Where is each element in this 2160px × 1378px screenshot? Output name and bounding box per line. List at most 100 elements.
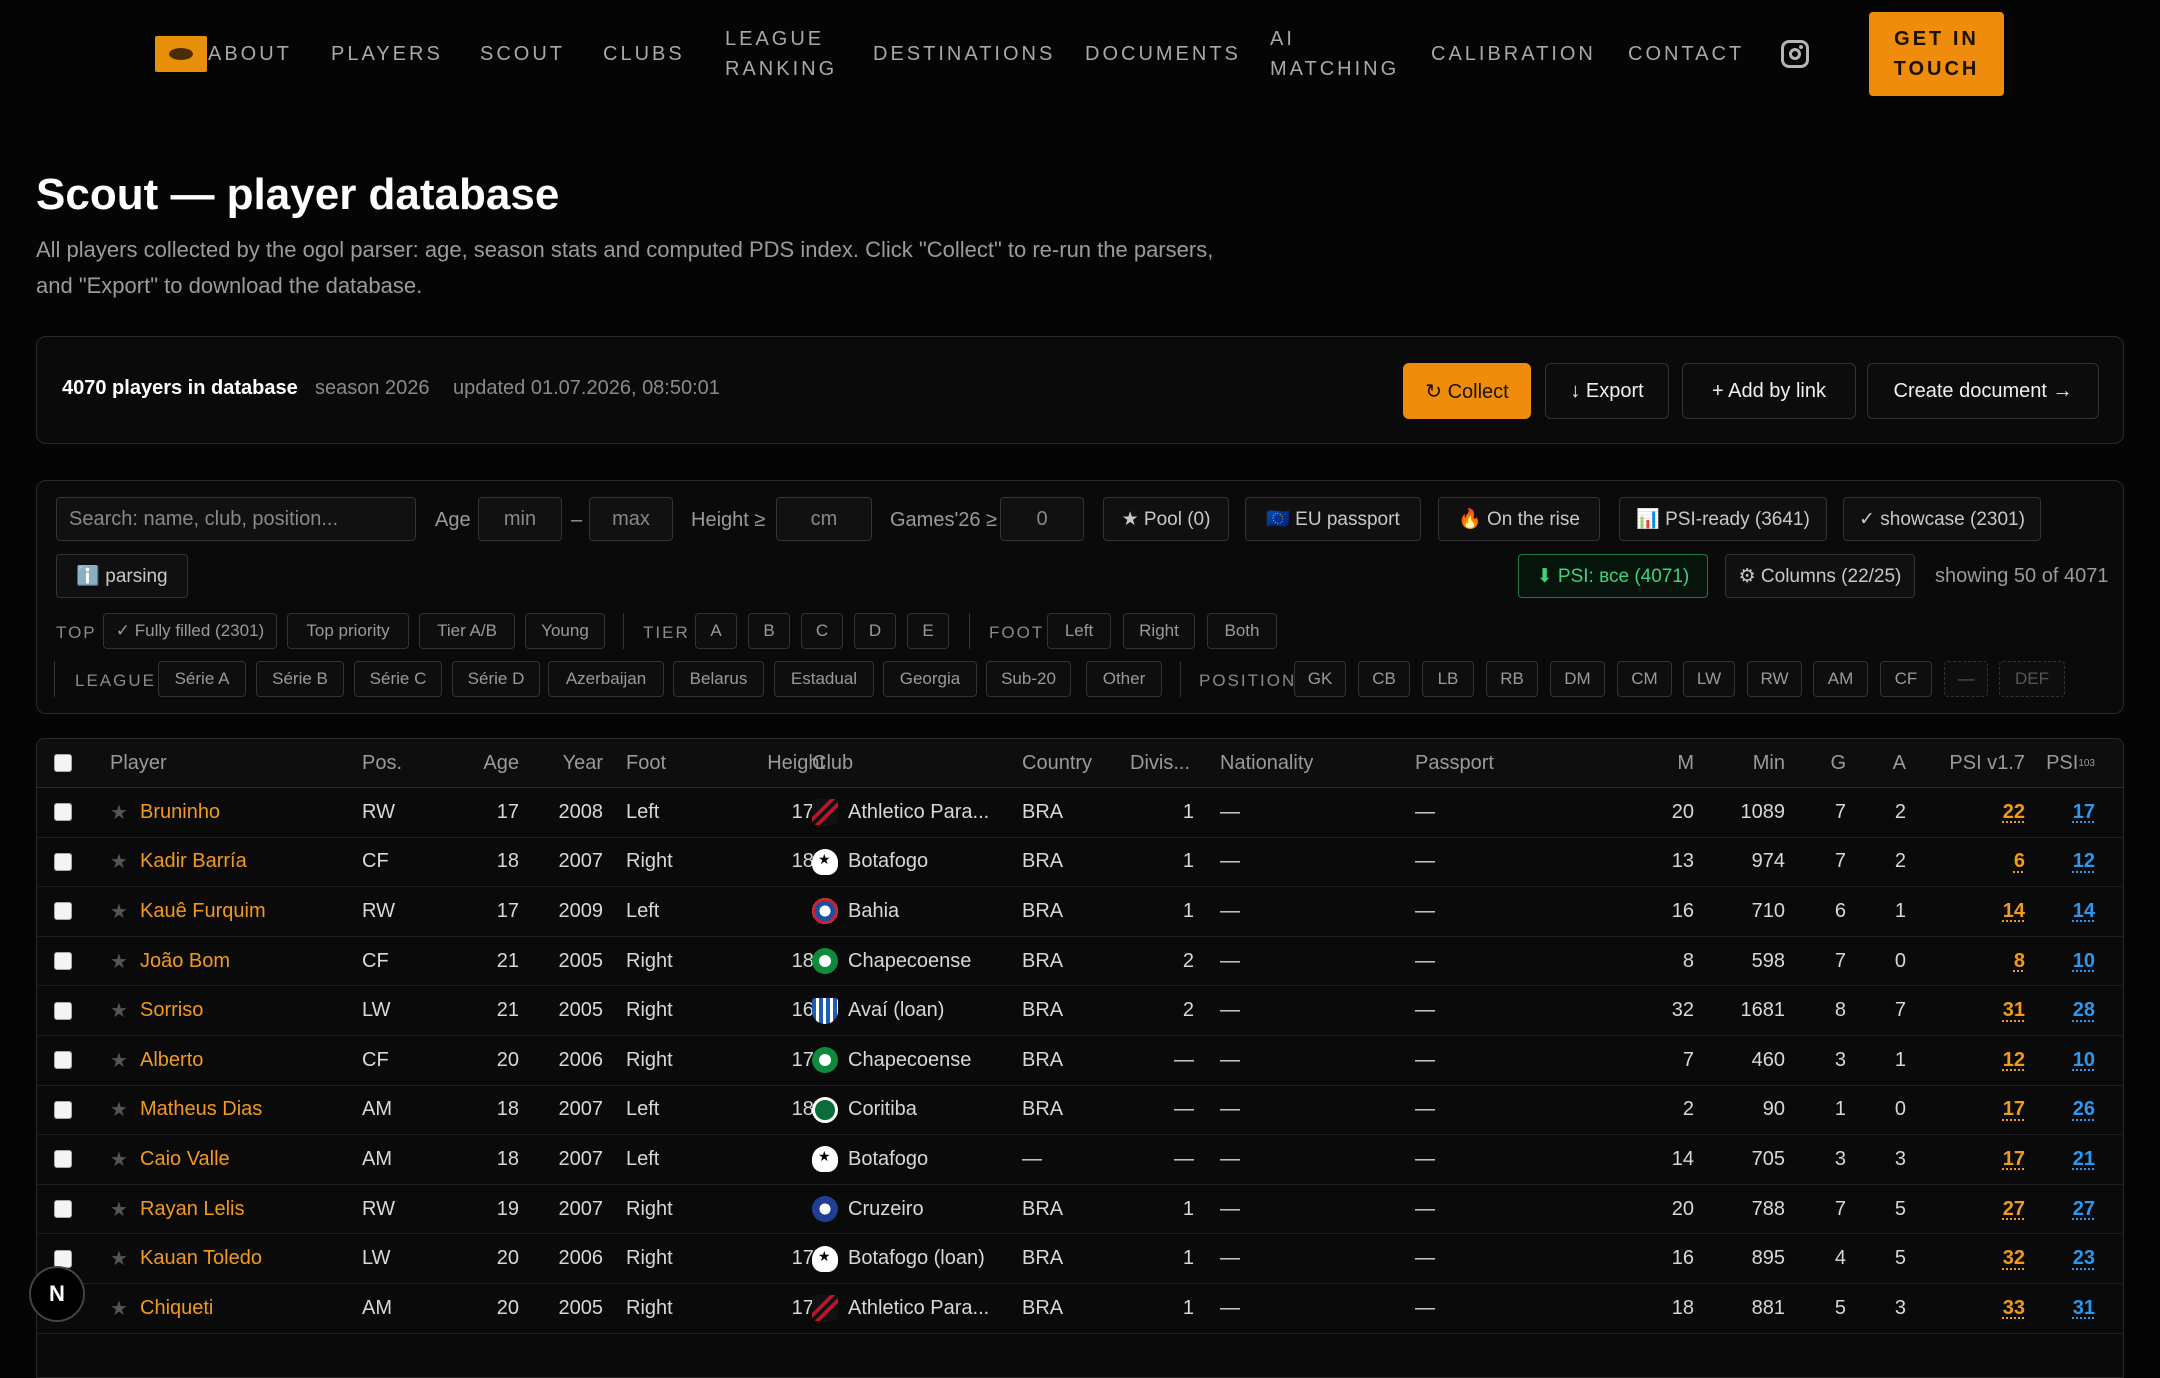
league-serie-a[interactable]: Série A (158, 661, 246, 697)
position-gk[interactable]: GK (1294, 661, 1346, 697)
instagram-icon[interactable] (1781, 40, 1809, 68)
eu-passport-toggle[interactable]: 🇪🇺 EU passport (1245, 497, 1421, 541)
col-club[interactable]: Club (812, 739, 853, 787)
league-serie-c[interactable]: Série C (354, 661, 442, 697)
age-max-input[interactable]: max (589, 497, 673, 541)
col-g[interactable]: G (1807, 739, 1846, 787)
league-azerbaijan[interactable]: Azerbaijan (548, 661, 664, 697)
league-georgia[interactable]: Georgia (883, 661, 977, 697)
foot-right[interactable]: Right (1123, 613, 1195, 649)
position-cb[interactable]: CB (1358, 661, 1410, 697)
player-name[interactable]: Alberto (140, 1036, 203, 1085)
player-psi103[interactable]: 12 (2027, 838, 2095, 887)
col-nationality[interactable]: Nationality (1220, 739, 1313, 787)
get-in-touch-button[interactable]: GET IN TOUCH (1869, 12, 2004, 96)
row-checkbox[interactable] (54, 937, 72, 986)
collect-button[interactable]: ↻ Collect (1403, 363, 1531, 419)
table-row[interactable]: ★Rayan Lelis RW 19 2007 Right 0 Cruzeiro BRA 1 — —… (37, 1185, 2123, 1235)
col-min[interactable]: Min (1717, 739, 1785, 787)
table-row[interactable]: ★Kauan Toledo LW 20 2006 Right 177 Botafogo (l… (37, 1234, 2123, 1284)
nav-contact[interactable]: CONTACT (1628, 0, 1744, 108)
columns-button[interactable]: ⚙ Columns (22/25) (1725, 554, 1915, 598)
favorite-star-icon[interactable]: ★ (110, 986, 128, 1035)
add-by-link-button[interactable]: + Add by link (1682, 363, 1856, 419)
player-psi[interactable]: 31 (1917, 986, 2025, 1035)
row-checkbox[interactable] (54, 887, 72, 936)
tier-a[interactable]: A (695, 613, 737, 649)
top-fully-filled[interactable]: ✓ Fully filled (2301) (103, 613, 277, 649)
player-name[interactable]: Matheus Dias (140, 1086, 262, 1135)
table-row[interactable]: ★ Sorriso LW 21 2005 Right 168 Avaí (loan) BRA 2 —… (37, 986, 2123, 1036)
player-psi[interactable]: 17 (1917, 1086, 2025, 1135)
favorite-star-icon[interactable]: ★ (110, 937, 128, 986)
position-lb[interactable]: LB (1422, 661, 1474, 697)
player-name[interactable]: Caio Valle (140, 1135, 230, 1184)
next-badge[interactable]: N (29, 1266, 85, 1322)
col-a[interactable]: A (1867, 739, 1906, 787)
player-psi103[interactable]: 23 (2027, 1234, 2095, 1283)
league-serie-b[interactable]: Série B (256, 661, 344, 697)
nav-players[interactable]: PLAYERS (331, 0, 443, 108)
row-checkbox[interactable] (54, 986, 72, 1035)
col-pos[interactable]: Pos. (362, 739, 402, 787)
favorite-star-icon[interactable]: ★ (110, 1284, 128, 1333)
player-psi103[interactable]: 28 (2027, 986, 2095, 1035)
league-belarus[interactable]: Belarus (673, 661, 764, 697)
player-psi[interactable]: 32 (1917, 1234, 2025, 1283)
table-row[interactable]: ★ Matheus Dias AM 18 2007 Left 186 Coritiba BRA —… (37, 1086, 2123, 1136)
nav-calibration[interactable]: CALIBRATION (1431, 0, 1596, 108)
col-passport[interactable]: Passport (1415, 739, 1494, 787)
col-psi[interactable]: PSI v1.7 (1917, 739, 2025, 787)
favorite-star-icon[interactable]: ★ (110, 1086, 128, 1135)
table-row[interactable]: ★ Bruninho RW 17 2008 Left 175 Athletico Para..… (37, 788, 2123, 838)
player-name[interactable]: Kadir Barría (140, 838, 247, 887)
table-row[interactable]: ★ João Bom CF 21 2005 Right 183 Chapecoense BRA 2… (37, 937, 2123, 987)
favorite-star-icon[interactable]: ★ (110, 1036, 128, 1085)
table-row[interactable]: ★Kauê FurquimRW172009Left0BahiaBRA1——167… (37, 887, 2123, 937)
nav-ai-matching[interactable]: AI MATCHING (1270, 0, 1396, 108)
row-checkbox[interactable] (54, 1135, 72, 1184)
row-checkbox[interactable] (54, 1086, 72, 1135)
position-def[interactable]: DEF (1999, 661, 2065, 697)
favorite-star-icon[interactable]: ★ (110, 1135, 128, 1184)
player-name[interactable]: João Bom (140, 937, 230, 986)
nav-documents[interactable]: DOCUMENTS (1085, 0, 1241, 108)
league-sub-20[interactable]: Sub-20 (986, 661, 1071, 697)
nav-about[interactable]: ABOUT (208, 0, 292, 108)
player-name[interactable]: Sorriso (140, 986, 203, 1035)
col-psi103[interactable]: PSI 103 (2027, 739, 2095, 787)
position-dm[interactable]: DM (1550, 661, 1605, 697)
nav-scout[interactable]: SCOUT (480, 0, 565, 108)
player-psi[interactable]: 22 (1917, 788, 2025, 837)
player-name[interactable]: Rayan Lelis (140, 1185, 245, 1234)
league-estadual[interactable]: Estadual (774, 661, 874, 697)
create-document-button[interactable]: Create document → (1867, 363, 2099, 419)
player-psi[interactable]: 12 (1917, 1036, 2025, 1085)
table-row[interactable]: ★Kadir Barría CF 18 2007 Right 185 Botafogo BRA… (37, 838, 2123, 888)
col-age[interactable]: Age (457, 739, 519, 787)
position-lw[interactable]: LW (1683, 661, 1735, 697)
nav-clubs[interactable]: CLUBS (603, 0, 685, 108)
player-psi[interactable]: 27 (1917, 1185, 2025, 1234)
player-psi103[interactable]: 17 (2027, 788, 2095, 837)
col-foot[interactable]: Foot (626, 739, 666, 787)
tier-c[interactable]: C (801, 613, 843, 649)
col-height[interactable]: Height (713, 739, 825, 787)
psi-ready-toggle[interactable]: 📊 PSI-ready (3641) (1619, 497, 1827, 541)
col-division[interactable]: Divis... (1130, 739, 1190, 787)
player-psi103[interactable]: 21 (2027, 1135, 2095, 1184)
col-year[interactable]: Year (537, 739, 603, 787)
col-country[interactable]: Country (1022, 739, 1092, 787)
tier-b[interactable]: B (748, 613, 790, 649)
player-psi103[interactable]: 26 (2027, 1086, 2095, 1135)
col-player[interactable]: Player (110, 739, 167, 787)
top-top-priority[interactable]: Top priority (287, 613, 409, 649)
top-young[interactable]: Young (525, 613, 605, 649)
showcase-toggle[interactable]: ✓ showcase (2301) (1843, 497, 2041, 541)
player-name[interactable]: Bruninho (140, 788, 220, 837)
player-name[interactable]: Kauan Toledo (140, 1234, 262, 1283)
favorite-star-icon[interactable]: ★ (110, 838, 128, 887)
player-psi103[interactable]: 31 (2027, 1284, 2095, 1333)
col-m[interactable]: M (1637, 739, 1694, 787)
player-psi[interactable]: 8 (1917, 937, 2025, 986)
